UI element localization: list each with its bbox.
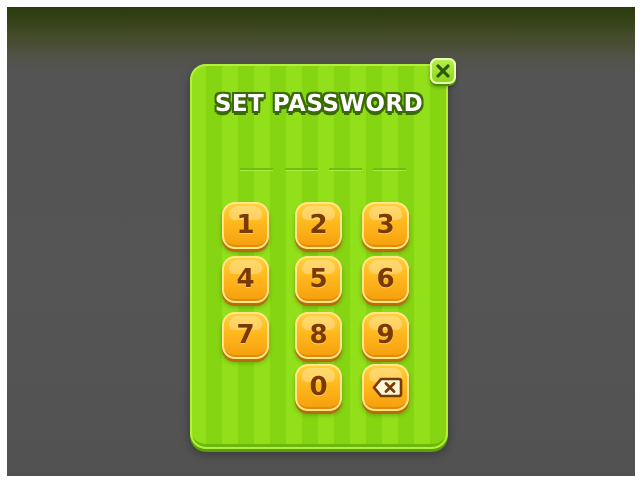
- backspace-icon: [372, 377, 403, 398]
- key-5[interactable]: 5: [295, 256, 342, 303]
- key-9[interactable]: 9: [362, 312, 409, 359]
- key-1[interactable]: 1: [222, 202, 269, 249]
- key-label: 1: [236, 210, 255, 240]
- close-button[interactable]: [430, 58, 456, 84]
- key-3[interactable]: 3: [362, 202, 409, 249]
- dialog-title: SET PASSWORD: [214, 91, 424, 117]
- key-label: 9: [376, 320, 395, 350]
- password-slot-3: [329, 168, 362, 171]
- key-label: 6: [376, 264, 395, 294]
- key-label: 5: [309, 264, 328, 294]
- key-label: 7: [236, 320, 255, 350]
- password-slot-2: [285, 168, 318, 171]
- key-label: 3: [376, 210, 395, 240]
- screen: SET PASSWORD 1 2 3 4 5 6 7 8 9 0: [0, 0, 642, 483]
- key-0[interactable]: 0: [295, 364, 342, 411]
- key-8[interactable]: 8: [295, 312, 342, 359]
- backspace-key[interactable]: [362, 364, 409, 411]
- key-label: 0: [309, 372, 328, 402]
- key-4[interactable]: 4: [222, 256, 269, 303]
- key-7[interactable]: 7: [222, 312, 269, 359]
- key-label: 8: [309, 320, 328, 350]
- key-6[interactable]: 6: [362, 256, 409, 303]
- close-x-icon: [436, 64, 450, 78]
- key-2[interactable]: 2: [295, 202, 342, 249]
- password-slot-4: [373, 168, 406, 171]
- key-label: 4: [236, 264, 255, 294]
- key-label: 2: [309, 210, 328, 240]
- password-slot-1: [240, 168, 273, 171]
